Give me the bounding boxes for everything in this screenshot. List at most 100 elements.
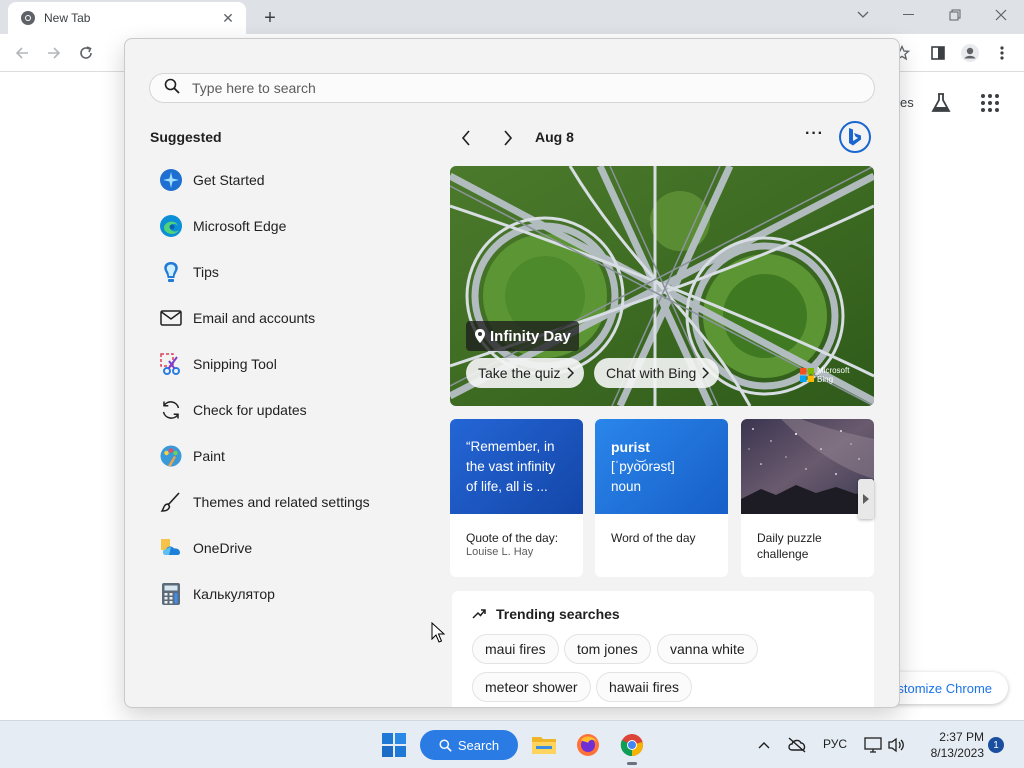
trending-chip[interactable]: meteor shower [472,672,591,702]
tab-search-icon[interactable] [840,0,886,30]
suggested-item-get-started[interactable]: Get Started [153,157,413,203]
daily-puzzle-card[interactable]: Daily puzzle challenge [741,419,874,577]
edge-icon [159,214,183,238]
trending-arrow-icon [472,609,486,619]
search-icon [164,78,180,99]
word-panel: purist [ˈpyo͝orəst] noun [595,419,728,514]
quote-text: “Remember, in the vast infinity of life,… [450,419,583,514]
take-the-quiz-button[interactable]: Take the quiz [466,358,584,388]
quote-of-the-day-card[interactable]: “Remember, in the vast infinity of life,… [450,419,583,577]
microsoft-logo-icon [800,368,814,382]
trending-chip[interactable]: vanna white [657,634,758,664]
back-arrow-icon[interactable] [10,41,34,65]
word-phonetic: [ˈpyo͝orəst] [611,459,675,474]
show-hidden-icons-icon[interactable] [752,731,776,759]
cards-next-arrow-icon[interactable] [858,479,874,519]
infinity-day-hero-image[interactable]: Infinity Day Take the quiz Chat with Bin… [450,166,874,406]
apps-grid-icon[interactable] [980,93,1000,118]
forward-arrow-icon[interactable] [42,41,66,65]
minimize-button[interactable] [886,0,932,30]
more-options-button[interactable]: ··· [805,125,824,143]
highlights-date-bar: Aug 8 ··· [455,121,875,153]
calculator-icon [159,582,183,606]
file-explorer-icon[interactable] [530,731,558,759]
chat-with-bing-button[interactable]: Chat with Bing [594,358,720,388]
profile-avatar-icon[interactable] [958,41,982,65]
trending-searches-panel: Trending searches maui fires tom jones v… [452,591,874,707]
chrome-menu-icon[interactable] [990,41,1014,65]
suggested-label: Email and accounts [193,310,316,326]
tab-title: New Tab [44,11,91,25]
suggested-item-snipping-tool[interactable]: Snipping Tool [153,341,413,387]
trending-heading: Trending searches [472,606,620,622]
night-sky-image [741,419,874,514]
suggested-label: OneDrive [193,540,253,556]
mouse-cursor-icon [431,621,446,649]
chrome-taskbar-icon[interactable] [618,731,646,759]
speaker-icon[interactable] [884,731,908,759]
suggested-list: Get Started Microsoft Edge Tips Email an… [153,157,413,617]
quote-caption: Quote of the day: [466,531,559,545]
notification-badge[interactable]: 1 [988,737,1004,753]
suggested-item-microsoft-edge[interactable]: Microsoft Edge [153,203,413,249]
tab-strip: New Tab ✕ + [0,0,1024,34]
paint-icon [159,444,183,468]
trending-chip[interactable]: tom jones [564,634,651,664]
suggested-item-onedrive[interactable]: OneDrive [153,525,413,571]
network-disconnected-icon[interactable] [784,731,810,759]
previous-day-icon[interactable] [455,127,477,149]
close-tab-icon[interactable]: ✕ [220,10,236,26]
display-icon[interactable] [862,731,884,759]
clock-time: 2:37 PM [939,730,984,744]
brand-line-2: Bing [817,375,834,384]
search-icon [439,738,452,752]
suggested-item-tips[interactable]: Tips [153,249,413,295]
flyout-search-box[interactable] [149,73,875,103]
next-day-icon[interactable] [497,127,519,149]
windows-start-icon[interactable] [380,731,408,759]
hero-title-text: Infinity Day [490,327,571,345]
suggested-label: Get Started [193,172,265,188]
suggested-label: Microsoft Edge [193,218,287,234]
brand-line-1: Microsoft [817,366,850,375]
reload-icon[interactable] [74,41,98,65]
side-panel-icon[interactable] [926,41,950,65]
system-clock[interactable]: 2:37 PM 8/13/2023 [914,729,984,761]
onedrive-icon [159,536,183,560]
clock-date: 8/13/2023 [930,746,984,760]
labs-flask-icon[interactable] [930,92,952,119]
hero-title[interactable]: Infinity Day [466,321,579,351]
suggested-item-email-and-accounts[interactable]: Email and accounts [153,295,413,341]
snipping-tool-icon [159,352,183,376]
input-language-indicator[interactable]: РУС [823,737,847,751]
highlights-date: Aug 8 [535,129,574,145]
word-of-the-day-card[interactable]: purist [ˈpyo͝orəst] noun Word of the day [595,419,728,577]
firefox-icon[interactable] [574,731,602,759]
mail-icon [159,306,183,330]
taskbar: Search РУС 2:37 PM 8/13/2023 1 [0,720,1024,768]
bing-icon[interactable] [839,121,871,153]
chevron-right-icon [566,367,574,379]
search-input[interactable] [192,80,792,96]
new-tab-button[interactable]: + [258,6,282,30]
chrome-running-indicator [627,762,637,765]
brush-icon [159,490,183,514]
suggested-label: Tips [193,264,219,280]
microsoft-bing-logo: Microsoft Bing [800,366,849,384]
restore-button[interactable] [932,0,978,30]
ntp-shortcut-label[interactable]: es [900,95,914,110]
word-part-of-speech: noun [611,479,642,494]
suggested-heading: Suggested [150,129,222,145]
tab-new-tab[interactable]: New Tab ✕ [8,2,246,34]
suggested-item-calculator[interactable]: Калькулятор [153,571,413,617]
taskbar-search-button[interactable]: Search [420,730,518,760]
suggested-label: Калькулятор [193,586,275,602]
close-window-button[interactable] [978,0,1024,30]
suggested-item-check-for-updates[interactable]: Check for updates [153,387,413,433]
suggested-item-themes-settings[interactable]: Themes and related settings [153,479,413,525]
refresh-icon [159,398,183,422]
trending-chip[interactable]: maui fires [472,634,559,664]
trending-chip[interactable]: hawaii fires [596,672,693,702]
trending-heading-text: Trending searches [496,606,620,622]
suggested-item-paint[interactable]: Paint [153,433,413,479]
